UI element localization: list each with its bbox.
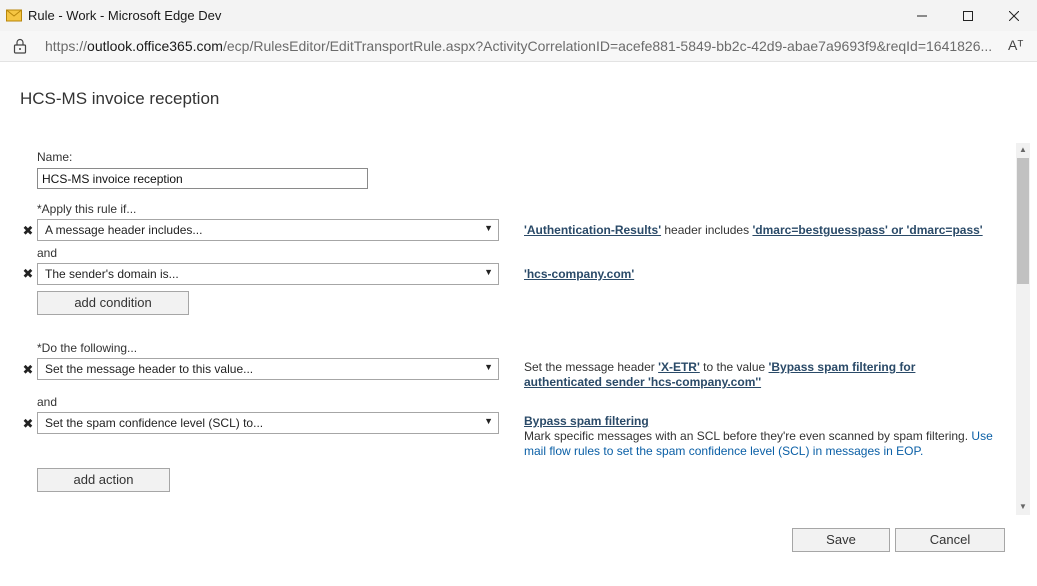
scroll-thumb[interactable]: [1017, 158, 1029, 284]
remove-condition-2-icon[interactable]: ✖: [22, 267, 34, 281]
scroll-down-icon[interactable]: ▼: [1016, 502, 1030, 511]
remove-action-1-icon[interactable]: ✖: [22, 363, 34, 377]
condition-1-select[interactable]: A message header includes... ▼: [37, 219, 499, 241]
maximize-button[interactable]: [945, 0, 991, 31]
save-button[interactable]: Save: [792, 528, 890, 552]
chevron-down-icon: ▼: [484, 223, 493, 233]
condition-2-select[interactable]: The sender's domain is... ▼: [37, 263, 499, 285]
dmarc-values-link[interactable]: 'dmarc=bestguesspass' or 'dmarc=pass': [752, 223, 982, 237]
url-prefix: https://: [45, 38, 88, 54]
condition-1-description: 'Authentication-Results' header includes…: [524, 223, 983, 238]
url-text[interactable]: https://outlook.office365.com/ecp/RulesE…: [45, 38, 995, 54]
to-value-text: to the value: [699, 360, 769, 374]
page-title: HCS-MS invoice reception: [20, 89, 220, 108]
url-host: outlook.office365.com: [87, 38, 223, 54]
chevron-down-icon: ▼: [484, 267, 493, 277]
apply-rule-label: *Apply this rule if...: [37, 202, 137, 216]
action-2-value: Set the spam confidence level (SCL) to..…: [45, 416, 264, 430]
url-path: /ecp/RulesEditor/EditTransportRule.aspx?…: [222, 38, 993, 54]
window-title: Rule - Work - Microsoft Edge Dev: [28, 8, 222, 23]
action-2-description: Bypass spam filtering Mark specific mess…: [524, 414, 994, 459]
name-input[interactable]: [37, 168, 368, 189]
window-titlebar: Rule - Work - Microsoft Edge Dev: [0, 0, 1037, 31]
address-bar[interactable]: https://outlook.office365.com/ecp/RulesE…: [0, 31, 1037, 62]
action-1-select[interactable]: Set the message header to this value... …: [37, 358, 499, 380]
content-scrollbar[interactable]: ▲ ▼: [1016, 143, 1030, 515]
add-condition-button[interactable]: add condition: [37, 291, 189, 315]
set-header-text: Set the message header: [524, 360, 659, 374]
cancel-button[interactable]: Cancel: [895, 528, 1005, 552]
action-1-description: Set the message header 'X-ETR' to the va…: [524, 360, 994, 390]
and-label: and: [37, 246, 58, 260]
condition-2-value: The sender's domain is...: [45, 267, 179, 281]
header-includes-text: header includes: [661, 223, 753, 237]
minimize-button[interactable]: [899, 0, 945, 31]
minimize-icon: [917, 15, 927, 16]
condition-2-description: 'hcs-company.com': [524, 267, 634, 282]
close-icon: [1009, 10, 1019, 21]
read-aloud-icon[interactable]: Aᵀ: [1008, 37, 1023, 53]
name-label: Name:: [37, 150, 73, 164]
remove-condition-1-icon[interactable]: ✖: [22, 224, 34, 238]
scl-explanation-text: Mark specific messages with an SCL befor…: [524, 429, 972, 443]
chevron-down-icon: ▼: [484, 362, 493, 372]
action-2-select[interactable]: Set the spam confidence level (SCL) to..…: [37, 412, 499, 434]
bypass-spam-filtering-link[interactable]: Bypass spam filtering: [524, 414, 649, 428]
authentication-results-link[interactable]: 'Authentication-Results': [524, 223, 661, 237]
x-etr-link[interactable]: 'X-ETR': [658, 360, 700, 374]
mail-icon: [6, 9, 22, 22]
remove-action-2-icon[interactable]: ✖: [22, 417, 34, 431]
add-action-button[interactable]: add action: [37, 468, 170, 492]
do-following-label: *Do the following...: [37, 341, 138, 355]
and-label: and: [37, 395, 58, 409]
lock-icon[interactable]: [13, 38, 27, 54]
maximize-icon: [963, 10, 973, 21]
scroll-up-icon[interactable]: ▲: [1016, 145, 1030, 154]
chevron-down-icon: ▼: [484, 416, 493, 426]
close-button[interactable]: [991, 0, 1037, 31]
sender-domain-link[interactable]: 'hcs-company.com': [524, 267, 634, 281]
action-1-value: Set the message header to this value...: [45, 362, 254, 376]
condition-1-value: A message header includes...: [45, 223, 203, 237]
